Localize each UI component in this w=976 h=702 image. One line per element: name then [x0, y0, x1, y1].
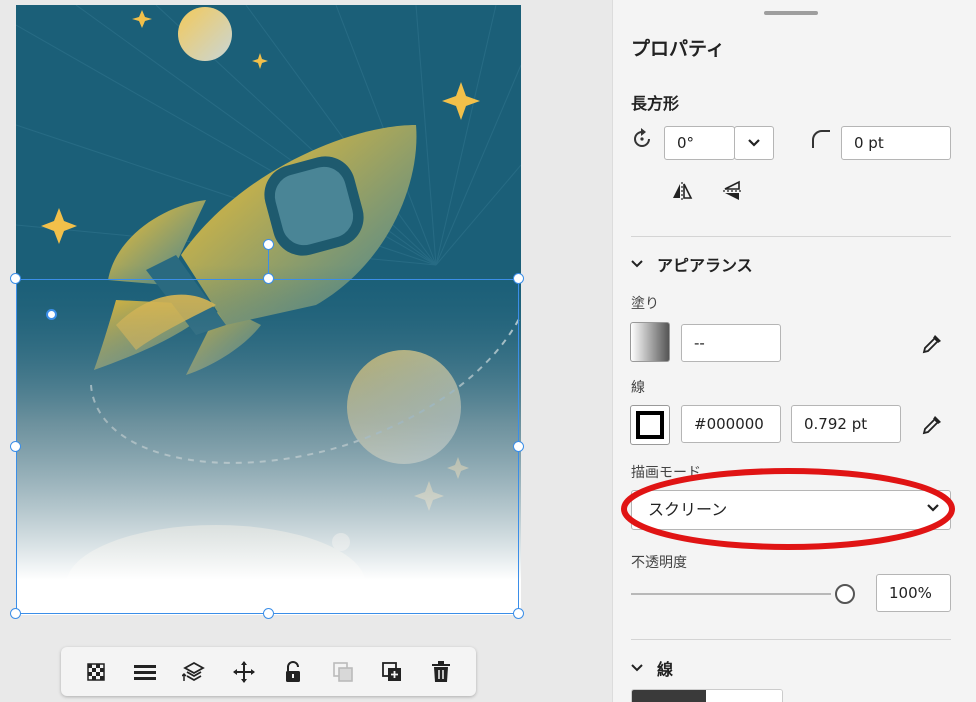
stroke-section-header[interactable]: 線 — [631, 656, 673, 680]
lock-icon[interactable] — [278, 657, 308, 687]
rotation-dropdown-button[interactable] — [734, 126, 774, 160]
section-divider — [631, 236, 951, 237]
stroke-label: 線 — [631, 380, 645, 396]
appearance-label: アピアランス — [657, 256, 753, 275]
selection-bounding-box[interactable] — [16, 279, 519, 614]
appearance-section-header[interactable]: アピアランス — [631, 252, 753, 276]
arrange-layers-icon[interactable] — [179, 657, 209, 687]
transparency-grid-icon[interactable] — [81, 657, 111, 687]
fill-swatch[interactable] — [630, 322, 670, 362]
trash-icon[interactable] — [426, 657, 456, 687]
object-type-heading: 長方形 — [631, 94, 680, 113]
flip-horizontal-icon[interactable] — [669, 178, 695, 204]
stroke-width-input[interactable]: 0.792 pt — [791, 405, 901, 443]
stroke-swatch[interactable] — [630, 405, 670, 445]
blend-mode-value: スクリーン — [648, 500, 728, 519]
rotate-icon — [629, 126, 655, 152]
opacity-label: 不透明度 — [631, 555, 687, 571]
fill-label: 塗り — [631, 296, 659, 312]
resize-handle-middle-right[interactable] — [513, 441, 524, 452]
chevron-down-icon — [631, 260, 643, 268]
rotation-handle[interactable] — [263, 239, 274, 250]
section-divider — [631, 639, 951, 640]
chevron-down-icon — [631, 664, 643, 672]
add-duplicate-icon[interactable] — [377, 657, 407, 687]
canvas-area[interactable] — [0, 0, 612, 702]
corner-radius-icon — [808, 126, 834, 152]
fill-value-input[interactable]: -- — [681, 324, 781, 362]
chevron-down-icon — [927, 504, 939, 512]
chevron-down-icon — [748, 139, 760, 147]
stroke-style-option[interactable] — [706, 690, 782, 702]
align-icon[interactable] — [130, 657, 160, 687]
panel-title: プロパティ — [631, 38, 725, 60]
stroke-color-input[interactable]: #000000 — [681, 405, 781, 443]
resize-handle-middle-left[interactable] — [10, 441, 21, 452]
resize-handle-top-left[interactable] — [10, 273, 21, 284]
move-icon[interactable] — [229, 657, 259, 687]
opacity-input[interactable]: 100% — [876, 574, 951, 612]
resize-handle-bottom-right[interactable] — [513, 608, 524, 619]
blend-mode-select[interactable]: スクリーン — [631, 490, 951, 530]
stroke-style-option-selected[interactable] — [632, 690, 706, 702]
fill-eyedropper-icon[interactable] — [919, 331, 945, 357]
corner-radius-handle[interactable] — [46, 309, 57, 320]
stroke-style-toggle[interactable] — [631, 689, 783, 702]
opacity-slider-track[interactable] — [631, 593, 831, 595]
floating-toolbar — [61, 647, 476, 696]
resize-handle-bottom-center[interactable] — [263, 608, 274, 619]
resize-handle-top-right[interactable] — [513, 273, 524, 284]
resize-handle-bottom-left[interactable] — [10, 608, 21, 619]
stroke-swatch-preview — [636, 411, 664, 439]
resize-handle-top-center[interactable] — [263, 273, 274, 284]
properties-panel: プロパティ 長方形 0° 0 pt アピアランス 塗り -- 線 #000000… — [612, 0, 976, 702]
opacity-slider-thumb[interactable] — [835, 584, 855, 604]
flip-vertical-icon[interactable] — [719, 178, 745, 204]
duplicate-disabled-icon[interactable] — [328, 657, 358, 687]
stroke-eyedropper-icon[interactable] — [919, 412, 945, 438]
corner-radius-input[interactable]: 0 pt — [841, 126, 951, 160]
rotation-input[interactable]: 0° — [664, 126, 735, 160]
stroke-section-label: 線 — [657, 660, 674, 679]
panel-drag-handle[interactable] — [764, 11, 818, 15]
blend-mode-label: 描画モード — [631, 465, 701, 481]
